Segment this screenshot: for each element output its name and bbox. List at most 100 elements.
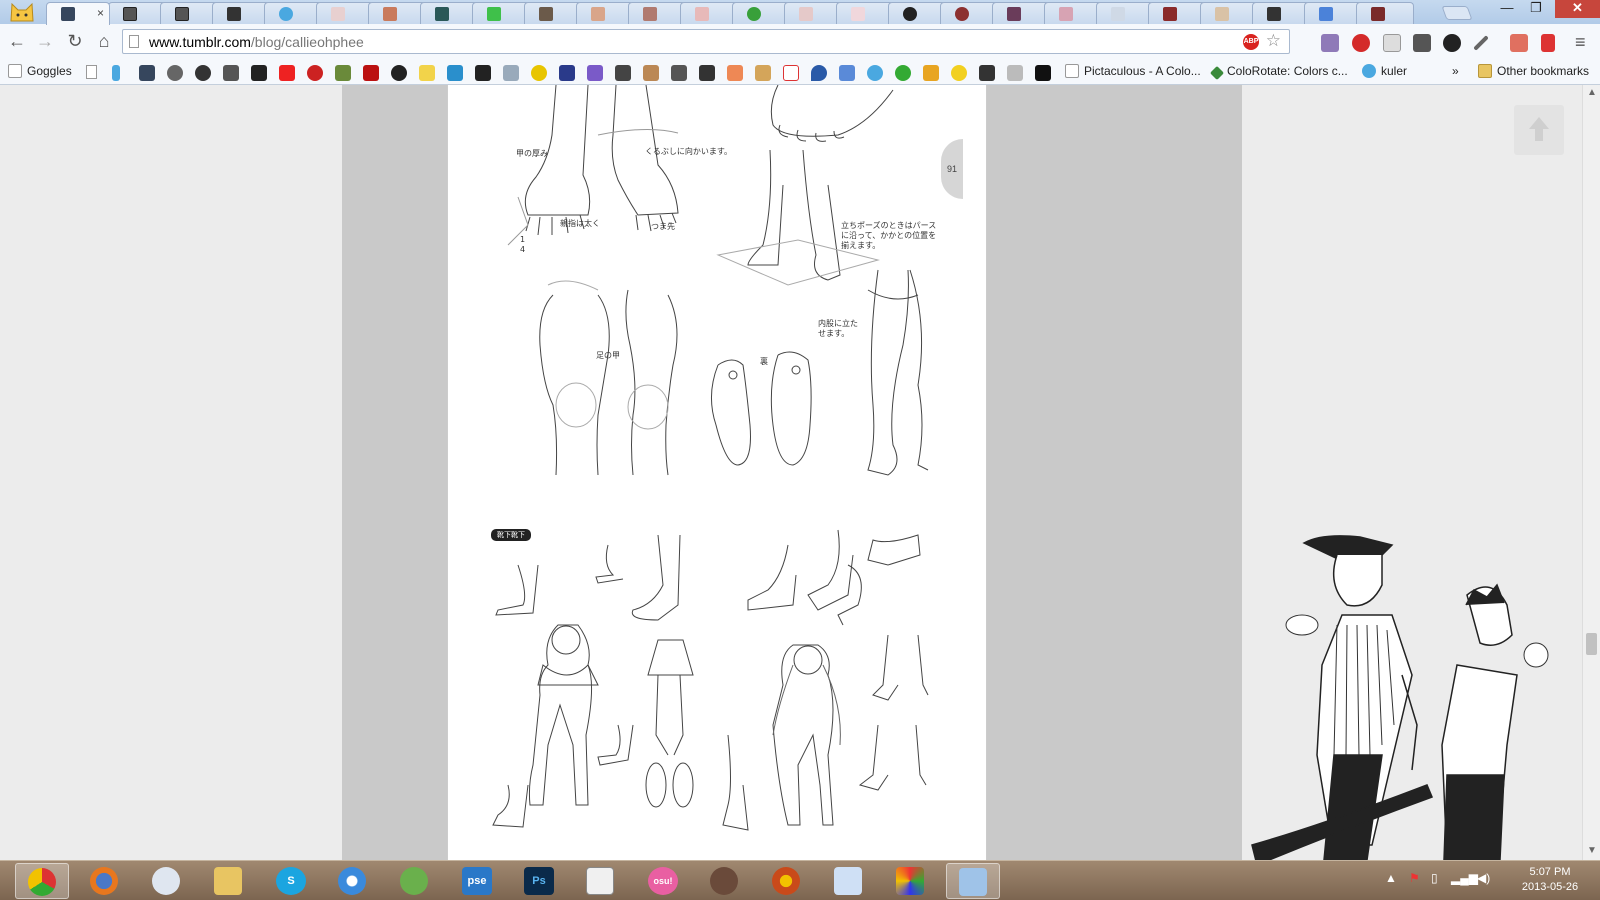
taskbar-chrome[interactable]	[15, 863, 69, 899]
tab-item[interactable]	[628, 2, 686, 24]
tab-item[interactable]	[1252, 2, 1310, 24]
taskbar-control-panel[interactable]	[946, 863, 1000, 899]
scroll-thumb[interactable]	[1586, 633, 1597, 655]
close-window-button[interactable]: ✕	[1555, 0, 1600, 18]
bookmark-netflix-icon[interactable]	[363, 65, 379, 81]
bookmark-icon[interactable]	[979, 65, 995, 81]
bookmark-icon[interactable]	[447, 65, 463, 81]
taskbar-photoshop-elements[interactable]: pse	[450, 863, 504, 899]
volume-icon[interactable]: ◀)	[1477, 871, 1490, 885]
bookmark-icon[interactable]	[112, 65, 120, 81]
tab-item[interactable]	[524, 2, 582, 24]
bookmark-icon[interactable]	[951, 65, 967, 81]
tray-expand-icon[interactable]: ▲	[1385, 871, 1397, 885]
post-image[interactable]: 91 靴下靴下 甲の厚み くるぶしに向かいます。 親指は太く つま先 1 4 立…	[447, 85, 987, 860]
bookmark-colorotate[interactable]: ColoRotate: Colors c...	[1209, 64, 1348, 81]
bookmark-pictaculous[interactable]: Pictaculous - A Colo...	[1065, 64, 1201, 80]
page-scrollbar[interactable]: ▲ ▼	[1582, 85, 1600, 860]
bookmark-icon[interactable]	[167, 65, 183, 81]
tab-item[interactable]	[680, 2, 738, 24]
bookmark-icon[interactable]	[531, 65, 547, 81]
tab-item[interactable]	[940, 2, 998, 24]
scroll-down-arrow[interactable]: ▼	[1587, 845, 1597, 856]
network-icon[interactable]: ▂▄▆	[1451, 871, 1478, 885]
taskbar-itunes[interactable]	[326, 863, 380, 899]
tab-item[interactable]	[732, 2, 790, 24]
bookmark-icon[interactable]	[1007, 65, 1023, 81]
new-tab-button[interactable]	[1441, 6, 1473, 20]
taskbar-app[interactable]	[698, 863, 752, 899]
bookmark-icon[interactable]	[923, 65, 939, 81]
bookmark-icon[interactable]	[643, 65, 659, 81]
bookmark-icon[interactable]	[587, 65, 603, 81]
bookmark-icon[interactable]	[615, 65, 631, 81]
taskbar-osu[interactable]: osu!	[636, 863, 690, 899]
url-text[interactable]: www.tumblr.com/blog/callieohphee	[149, 34, 364, 50]
extension-icon[interactable]	[1510, 34, 1528, 52]
tab-item[interactable]	[888, 2, 946, 24]
taskbar-photoshop[interactable]: Ps	[512, 863, 566, 899]
tab-info[interactable]	[212, 2, 270, 24]
tab-item[interactable]	[576, 2, 634, 24]
reload-button[interactable]: ↻	[64, 31, 86, 51]
bookmark-icon[interactable]	[727, 65, 743, 81]
bookmark-youtube-icon[interactable]	[279, 65, 295, 81]
bookmark-icon[interactable]	[251, 65, 267, 81]
bookmark-icon[interactable]	[335, 65, 351, 81]
maximize-button[interactable]: ❐	[1524, 0, 1548, 18]
bookmark-star-icon[interactable]	[475, 65, 491, 81]
tab-tumblr[interactable]: ×	[46, 2, 110, 25]
bookmark-icon[interactable]	[699, 65, 715, 81]
tab-scribd[interactable]	[108, 2, 166, 24]
forward-button[interactable]: →	[34, 31, 56, 51]
bookmark-gmail-icon[interactable]	[783, 65, 799, 81]
tab-item[interactable]	[420, 2, 478, 24]
bookmark-icon[interactable]	[839, 65, 855, 81]
tab-item[interactable]	[836, 2, 894, 24]
taskbar-paint[interactable]	[140, 863, 194, 899]
bookmark-icon[interactable]	[867, 65, 883, 81]
scroll-up-arrow[interactable]: ▲	[1587, 87, 1597, 98]
bookmark-icon[interactable]	[811, 65, 827, 81]
taskbar-app[interactable]	[884, 863, 938, 899]
flag-icon[interactable]: ⚑	[1409, 871, 1420, 885]
extension-icon[interactable]	[1352, 34, 1370, 52]
cat-avatar-icon[interactable]	[8, 1, 36, 23]
taskbar-clock[interactable]: 5:07 PM 2013-05-26	[1505, 865, 1595, 895]
home-button[interactable]: ⌂	[93, 31, 115, 51]
tab-item[interactable]	[368, 2, 426, 24]
taskbar-app[interactable]	[760, 863, 814, 899]
bookmark-icon[interactable]	[671, 65, 687, 81]
bookmark-icon[interactable]	[419, 65, 435, 81]
extension-icon[interactable]	[1321, 34, 1339, 52]
tab-item[interactable]	[1304, 2, 1362, 24]
taskbar-explorer[interactable]	[202, 863, 256, 899]
other-bookmarks-folder[interactable]: Other bookmarks	[1478, 64, 1589, 80]
adblock-icon[interactable]: ABP	[1243, 34, 1259, 50]
bookmarks-overflow-button[interactable]: »	[1452, 64, 1459, 80]
bookmark-star-icon[interactable]: ☆	[1266, 31, 1281, 51]
bookmark-icon[interactable]	[195, 65, 211, 81]
extension-icon[interactable]	[1541, 34, 1555, 52]
tab-item[interactable]	[784, 2, 842, 24]
taskbar-app[interactable]	[822, 863, 876, 899]
tab-close-icon[interactable]: ×	[97, 6, 104, 20]
bookmark-icon[interactable]	[895, 65, 911, 81]
chrome-menu-icon[interactable]: ≡	[1575, 32, 1586, 53]
tab-item[interactable]	[472, 2, 530, 24]
bookmark-s-icon[interactable]	[223, 65, 239, 81]
eyedropper-icon[interactable]	[1473, 35, 1489, 51]
color-picker-icon[interactable]	[1443, 34, 1461, 52]
tab-item[interactable]	[1356, 2, 1414, 24]
bookmark-goggles[interactable]: Goggles	[8, 64, 72, 80]
minimize-button[interactable]: —	[1495, 0, 1519, 18]
extension-icon[interactable]	[1413, 34, 1431, 52]
bookmark-page-icon[interactable]	[86, 65, 97, 79]
battery-icon[interactable]: ▯	[1431, 871, 1438, 885]
tab-twitter[interactable]	[264, 2, 322, 24]
tab-item[interactable]	[992, 2, 1050, 24]
tab-item[interactable]	[1200, 2, 1258, 24]
tab-item[interactable]	[1044, 2, 1102, 24]
taskbar-app[interactable]	[388, 863, 442, 899]
address-bar[interactable]: www.tumblr.com/blog/callieohphee ABP ☆	[122, 29, 1290, 54]
